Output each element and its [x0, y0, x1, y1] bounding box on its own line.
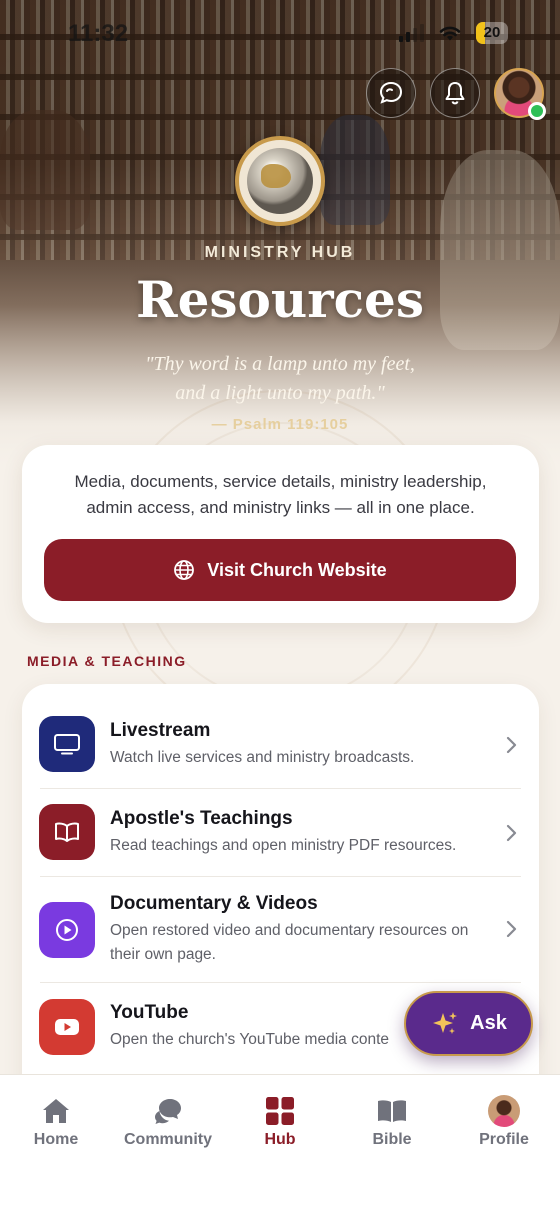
- avatar: [488, 1095, 520, 1127]
- profile-avatar-button[interactable]: [494, 68, 546, 120]
- list-item-subtitle: Open the church's YouTube media conte: [110, 1031, 389, 1048]
- open-book-icon: [39, 804, 95, 860]
- youtube-icon: [39, 999, 95, 1055]
- list-item-subtitle: Watch live services and ministry broadca…: [110, 749, 415, 766]
- list-item-title: Documentary & Videos: [110, 893, 318, 914]
- ask-label: Ask: [470, 1012, 507, 1034]
- tab-label: Home: [33, 1131, 79, 1148]
- play-circle-icon: [39, 902, 95, 958]
- ask-ai-button[interactable]: Ask: [404, 991, 533, 1056]
- messages-button[interactable]: [366, 68, 416, 118]
- tab-home[interactable]: Home: [0, 1095, 112, 1149]
- status-bar: 11:32 20: [0, 0, 560, 66]
- list-item-subtitle: Open restored video and documentary reso…: [110, 922, 469, 963]
- church-seal-logo: [235, 136, 325, 226]
- tab-label: Profile: [479, 1131, 529, 1148]
- list-item-title: Livestream: [110, 720, 211, 741]
- online-status-dot: [528, 102, 546, 120]
- sparkles-icon: [433, 1011, 458, 1034]
- visit-website-label: Visit Church Website: [207, 559, 387, 580]
- grid-icon: [266, 1097, 294, 1125]
- globe-icon: [174, 560, 195, 580]
- tab-bible[interactable]: Bible: [336, 1095, 448, 1149]
- list-item-apostles-teachings[interactable]: Apostle's Teachings Read teachings and o…: [22, 789, 539, 876]
- tab-hub[interactable]: Hub: [224, 1095, 336, 1149]
- intro-card: Media, documents, service details, minis…: [22, 445, 539, 623]
- chevron-right-icon: [506, 920, 517, 938]
- verse-line-1: "Thy word is a lamp unto my feet,: [145, 353, 415, 375]
- signal-icon: [399, 24, 424, 42]
- bible-icon: [378, 1100, 406, 1122]
- header-actions: [366, 68, 546, 120]
- verse-reference: — Psalm 119:105: [211, 416, 349, 433]
- home-icon: [43, 1099, 69, 1123]
- tv-icon: [39, 716, 95, 772]
- bottom-tab-bar: Home Community Hub Bible Profile: [0, 1074, 560, 1212]
- verse-line-2: and a light unto my path.": [175, 382, 385, 404]
- globe-icon: [247, 148, 313, 214]
- bell-icon: [445, 82, 465, 105]
- list-item-livestream[interactable]: Livestream Watch live services and minis…: [22, 684, 539, 788]
- tab-community[interactable]: Community: [112, 1095, 224, 1149]
- list-item-title: Apostle's Teachings: [110, 808, 293, 829]
- section-heading-media: MEDIA & TEACHING: [27, 653, 187, 669]
- tab-label: Community: [124, 1131, 212, 1148]
- list-item-documentary-videos[interactable]: Documentary & Videos Open restored video…: [22, 877, 539, 982]
- wifi-icon: [439, 26, 461, 41]
- intro-description: Media, documents, service details, minis…: [74, 472, 487, 517]
- page-title: Resources: [136, 270, 424, 329]
- chevron-right-icon: [506, 736, 517, 754]
- chat-bubble-icon: [379, 81, 403, 104]
- chat-bubbles-icon: [155, 1099, 181, 1124]
- notifications-button[interactable]: [430, 68, 480, 118]
- list-item-subtitle: Read teachings and open ministry PDF res…: [110, 837, 457, 854]
- scripture-verse: "Thy word is a lamp unto my feet, and a …: [0, 350, 560, 408]
- section-eyebrow: MINISTRY HUB: [204, 244, 356, 261]
- chevron-right-icon: [506, 824, 517, 842]
- tab-label: Hub: [264, 1131, 296, 1148]
- list-item-title: YouTube: [110, 1002, 189, 1023]
- tab-profile[interactable]: Profile: [448, 1095, 560, 1149]
- battery-indicator: 20: [476, 22, 508, 44]
- tab-label: Bible: [372, 1131, 412, 1148]
- status-time: 11:32: [68, 20, 129, 47]
- visit-church-website-button[interactable]: Visit Church Website: [44, 539, 516, 601]
